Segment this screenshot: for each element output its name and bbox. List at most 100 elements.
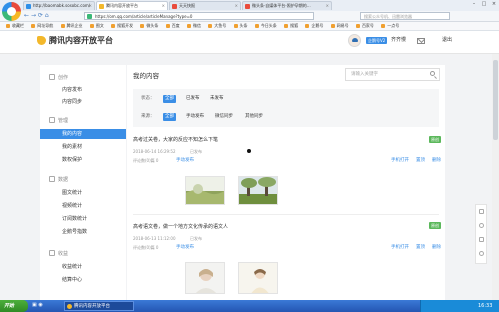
tab-close-icon[interactable]: ×: [89, 2, 92, 10]
bookmark-item[interactable]: 头条: [234, 22, 248, 30]
bookmark-item[interactable]: 图文: [90, 22, 104, 30]
sidebar-item-article-stats[interactable]: 图文统计: [40, 188, 126, 198]
article-title[interactable]: 高考语文卷，做一个地方文化传承的语文人: [133, 223, 228, 231]
bookmark-item[interactable]: 网易号: [331, 22, 349, 30]
original-badge: 原创: [429, 136, 441, 143]
sidebar-item-rights-protection[interactable]: 数权保护: [40, 155, 126, 165]
desktop-icon[interactable]: ▣: [32, 302, 37, 308]
content-search-input[interactable]: 请输入关键字: [345, 68, 440, 81]
pin-link[interactable]: 置顶: [416, 245, 425, 251]
url-input[interactable]: https://om.qq.com/article/articleManage?…: [84, 12, 314, 20]
sidebar-item-sync[interactable]: 内容同步: [40, 97, 126, 107]
taskbar-item-browser[interactable]: 腾讯内容开放平台: [64, 301, 134, 311]
sidebar-item-index[interactable]: 企鹅号指数: [40, 227, 126, 237]
quick-launch: ▣ ◉: [32, 302, 43, 308]
sidebar-item-my-materials[interactable]: 我的素材: [40, 142, 126, 152]
avatar[interactable]: [348, 34, 361, 47]
mouse-cursor: [247, 149, 251, 153]
tab-close-icon[interactable]: ×: [162, 2, 165, 10]
bookmark-item[interactable]: 今日头条: [255, 22, 277, 30]
floating-toolbar: [475, 204, 487, 264]
sidebar-item-video-stats[interactable]: 视频统计: [40, 201, 126, 211]
tab-close-icon[interactable]: ×: [235, 2, 238, 10]
bookmark-item[interactable]: 微信: [187, 22, 201, 30]
sidebar-group-income: 收益: [49, 250, 68, 258]
feedback-icon[interactable]: [479, 209, 484, 214]
back-button[interactable]: ←: [24, 12, 29, 19]
article-thumbnail[interactable]: [238, 262, 278, 294]
article-title[interactable]: 高考过关卷，大家的反应不知怎么下笔: [133, 136, 218, 144]
status-option-published[interactable]: 已发布: [184, 95, 202, 103]
article-thumbnail[interactable]: [185, 176, 225, 205]
browser-tab-2[interactable]: 腾讯内容开放平台 ×: [96, 1, 168, 10]
data-icon: [49, 176, 55, 182]
site-title[interactable]: 腾讯内容开放平台: [49, 36, 113, 46]
back-to-top-icon[interactable]: [479, 251, 484, 256]
bookmark-item[interactable]: 搜狐: [284, 22, 298, 30]
browser-tab-3[interactable]: 天天快报 ×: [169, 1, 241, 10]
sidebar-item-subscriber-stats[interactable]: 订阅数统计: [40, 214, 126, 224]
chat-icon[interactable]: [479, 237, 484, 242]
bookmark-item[interactable]: 微头条: [140, 22, 158, 30]
status-option-unpublished[interactable]: 未发布: [208, 95, 226, 103]
username[interactable]: 齐齐慢: [391, 37, 406, 44]
open-on-phone-link[interactable]: 手机打开: [391, 245, 409, 251]
minimize-button[interactable]: –: [469, 0, 479, 9]
forward-button[interactable]: →: [31, 12, 36, 19]
bookmark-item[interactable]: 大鱼号: [208, 22, 226, 30]
browser-search-input[interactable]: 搜索公众号机、迅雷浏览器: [360, 12, 450, 20]
scrollbar-thumb[interactable]: [493, 60, 498, 140]
tab-label: 天天快报: [179, 3, 195, 8]
bookmark-item[interactable]: 一点号: [381, 22, 399, 30]
article-comments: 评论数(0)篇 0: [133, 245, 159, 250]
home-button[interactable]: ⌂: [45, 12, 49, 19]
window-controls: – □ ×: [469, 0, 499, 10]
article-comments: 评论数(0)篇 0: [133, 158, 159, 163]
site-logo-icon[interactable]: [37, 36, 46, 45]
article-thumbnail[interactable]: [185, 262, 225, 294]
browser-icon[interactable]: ◉: [38, 302, 42, 308]
bookmark-item[interactable]: 搜狐开发: [111, 22, 133, 30]
browser-tab-4[interactable]: 微头条·自媒体平台-照护孕期的… ×: [242, 1, 332, 10]
pin-link[interactable]: 置顶: [416, 158, 425, 164]
bookmark-item[interactable]: 百度: [166, 22, 180, 30]
sidebar-item-settlement[interactable]: 结算中心: [40, 275, 126, 285]
tab-close-icon[interactable]: ×: [326, 2, 329, 10]
refresh-button[interactable]: ⟳: [38, 12, 43, 19]
maximize-button[interactable]: □: [479, 0, 489, 9]
source-option-wechat[interactable]: 微信同步: [213, 113, 235, 121]
delete-link[interactable]: 删除: [432, 158, 441, 164]
thumbnail-image: [186, 177, 224, 204]
vip-badge[interactable]: 企鹅号V2: [366, 37, 388, 44]
sidebar-item-my-content[interactable]: 我的内容: [40, 129, 126, 139]
sidebar-group-create: 创作: [49, 74, 68, 82]
tab-label: 腾讯内容开放平台: [106, 3, 138, 8]
source-option-manual[interactable]: 手动发布: [184, 113, 206, 121]
article-thumbnail[interactable]: [238, 176, 278, 205]
bookmark-item[interactable]: 百家号: [356, 22, 374, 30]
bookmark-item[interactable]: 企鹅号: [305, 22, 323, 30]
article-source[interactable]: 手动发布: [176, 245, 194, 251]
delete-link[interactable]: 删除: [432, 245, 441, 251]
open-on-phone-link[interactable]: 手机打开: [391, 158, 409, 164]
help-icon[interactable]: [479, 223, 484, 228]
browser-logo-icon[interactable]: [2, 2, 21, 21]
bookmark-item[interactable]: 腾讯企业: [61, 22, 83, 30]
bookmarks-bar: 收藏栏 网址导航 腾讯企业 图文 搜狐开发 微头条 百度 微信 大鱼号 头条 今…: [0, 22, 499, 31]
mail-icon[interactable]: [417, 38, 425, 44]
start-button[interactable]: 开始: [0, 300, 28, 312]
article-datetime: 2018-06-14 16:29:52: [133, 149, 176, 154]
sidebar-item-publish[interactable]: 内容发布: [40, 85, 126, 95]
search-icon[interactable]: [430, 71, 435, 76]
bookmark-item[interactable]: 收藏栏: [6, 22, 24, 30]
sidebar-item-income-stats[interactable]: 收益统计: [40, 262, 126, 272]
status-option-all[interactable]: 全部: [163, 95, 176, 103]
browser-tab-1[interactable]: http://baomabk.sosobc.com/ ×: [23, 1, 95, 10]
logout-link[interactable]: 退出: [442, 37, 452, 44]
group-label: 数据: [58, 177, 69, 183]
source-option-other[interactable]: 其他同步: [243, 113, 265, 121]
bookmark-item[interactable]: 网址导航: [31, 22, 53, 30]
article-source[interactable]: 手动发布: [176, 158, 194, 164]
source-option-all[interactable]: 全部: [163, 113, 176, 121]
close-window-button[interactable]: ×: [489, 0, 499, 9]
